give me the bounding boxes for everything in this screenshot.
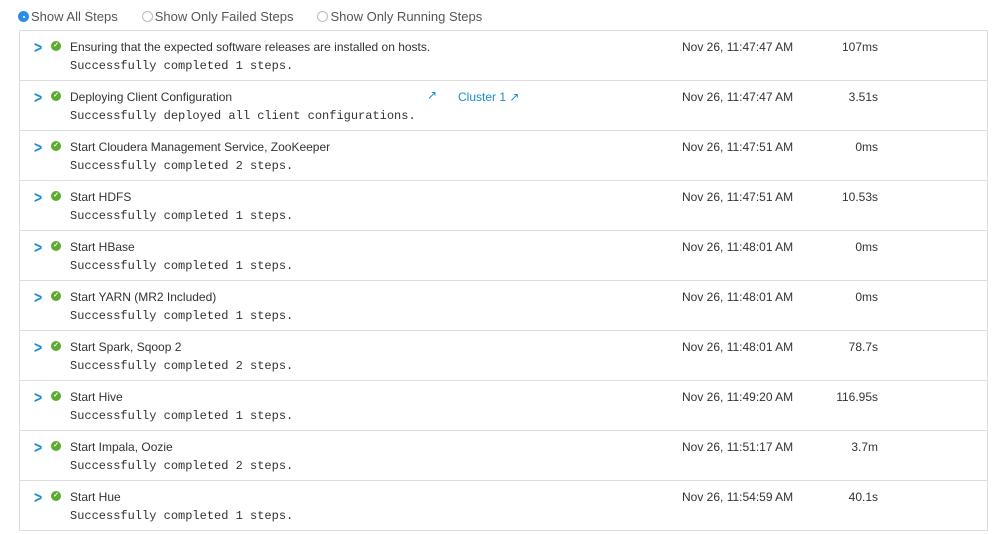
step-title: Start YARN (MR2 Included)	[70, 290, 217, 304]
step-duration: 0ms	[855, 140, 878, 154]
chevron-right-icon[interactable]: >	[34, 487, 42, 506]
step-duration: 3.51s	[848, 90, 878, 104]
step-duration: 3.7m	[851, 440, 878, 454]
cluster-link[interactable]: Cluster 1 ↗︎	[458, 90, 519, 104]
check-circle-icon: ✓	[51, 341, 61, 351]
step-filter: Show All Steps Show Only Failed Steps Show…	[18, 9, 506, 24]
cluster-link-label: Cluster 1	[458, 90, 507, 104]
filter-radio-0[interactable]: Show All Steps	[18, 9, 118, 24]
step-row: > ✓ Start HDFS Successfully completed 1 …	[20, 181, 987, 231]
radio-icon[interactable]	[18, 11, 29, 22]
chevron-right-icon[interactable]: >	[34, 437, 42, 456]
step-duration: 10.53s	[841, 190, 878, 204]
step-time: Nov 26, 11:47:47 AM	[682, 90, 794, 104]
filter-label: Show Only Failed Steps	[154, 9, 294, 24]
chevron-right-icon[interactable]: >	[34, 187, 42, 206]
step-duration: 0ms	[855, 290, 878, 304]
step-duration: 0ms	[855, 240, 878, 254]
step-time: Nov 26, 11:47:51 AM	[682, 190, 794, 204]
step-detail: Successfully completed 2 steps.	[70, 359, 294, 373]
step-detail: Successfully completed 1 steps.	[70, 259, 294, 273]
chevron-right-icon[interactable]: >	[34, 37, 42, 56]
chevron-right-icon[interactable]: >	[34, 87, 42, 106]
step-title: Deploying Client Configuration	[70, 90, 233, 104]
check-circle-icon: ✓	[51, 141, 61, 151]
step-duration: 107ms	[841, 40, 878, 54]
filter-radio-2[interactable]: Show Only Running Steps	[317, 9, 482, 24]
step-time: Nov 26, 11:48:01 AM	[682, 240, 794, 254]
step-title: Start Hive	[70, 390, 123, 404]
chevron-right-icon[interactable]: >	[34, 237, 42, 256]
step-detail: Successfully deployed all client configu…	[70, 109, 416, 123]
step-time: Nov 26, 11:48:01 AM	[682, 290, 794, 304]
step-detail: Successfully completed 1 steps.	[70, 309, 294, 323]
step-detail: Successfully completed 2 steps.	[70, 159, 294, 173]
step-detail: Successfully completed 1 steps.	[70, 59, 294, 73]
radio-icon[interactable]	[141, 11, 153, 22]
step-title: Start Hue	[70, 490, 121, 504]
chevron-right-icon[interactable]: >	[34, 337, 42, 356]
chevron-right-icon[interactable]: >	[34, 387, 42, 406]
check-circle-icon: ✓	[51, 291, 61, 301]
step-row: > ✓ Deploying Client Configuration Succe…	[20, 81, 987, 131]
step-row: > ✓ Start Hue Successfully completed 1 s…	[20, 481, 987, 531]
step-time: Nov 26, 11:47:51 AM	[682, 140, 794, 154]
step-row: > ✓ Start YARN (MR2 Included) Successful…	[20, 281, 987, 331]
steps-table: > ✓ Ensuring that the expected software …	[19, 30, 988, 531]
step-duration: 78.7s	[848, 340, 878, 354]
step-time: Nov 26, 11:54:59 AM	[682, 490, 794, 504]
chevron-right-icon[interactable]: >	[34, 137, 42, 156]
step-row: > ✓ Ensuring that the expected software …	[20, 31, 987, 81]
step-row: > ✓ Start Cloudera Management Service, Z…	[20, 131, 987, 181]
step-detail: Successfully completed 1 steps.	[70, 209, 294, 223]
check-circle-icon: ✓	[51, 441, 61, 451]
check-circle-icon: ✓	[51, 191, 61, 201]
step-time: Nov 26, 11:49:20 AM	[682, 390, 794, 404]
step-duration: 116.95s	[836, 390, 878, 404]
step-title: Start Cloudera Management Service, ZooKe…	[70, 140, 331, 154]
check-circle-icon: ✓	[51, 491, 61, 501]
step-title: Start Spark, Sqoop 2	[70, 340, 182, 354]
step-time: Nov 26, 11:48:01 AM	[682, 340, 794, 354]
filter-label: Show All Steps	[31, 9, 118, 24]
check-circle-icon: ✓	[51, 91, 61, 101]
step-duration: 40.1s	[848, 490, 878, 504]
step-title: Start HDFS	[70, 190, 132, 204]
step-time: Nov 26, 11:47:47 AM	[682, 40, 794, 54]
step-detail: Successfully completed 1 steps.	[70, 409, 294, 423]
step-title: Start HBase	[70, 240, 135, 254]
radio-icon[interactable]	[317, 11, 329, 22]
check-circle-icon: ✓	[51, 391, 61, 401]
step-row: > ✓ Start Spark, Sqoop 2 Successfully co…	[20, 331, 987, 381]
external-link-icon: ↗︎	[509, 90, 520, 104]
chevron-right-icon[interactable]: >	[34, 287, 42, 306]
check-circle-icon: ✓	[51, 41, 61, 51]
step-time: Nov 26, 11:51:17 AM	[682, 440, 794, 454]
step-detail: Successfully completed 1 steps.	[70, 509, 294, 523]
step-row: > ✓ Start Hive Successfully completed 1 …	[20, 381, 987, 431]
step-detail: Successfully completed 2 steps.	[70, 459, 294, 473]
step-title: Start Impala, Oozie	[70, 440, 173, 454]
external-link-icon[interactable]: ↗︎	[427, 88, 437, 102]
step-title: Ensuring that the expected software rele…	[70, 40, 431, 54]
filter-radio-1[interactable]: Show Only Failed Steps	[141, 9, 294, 24]
step-row: > ✓ Start Impala, Oozie Successfully com…	[20, 431, 987, 481]
step-row: > ✓ Start HBase Successfully completed 1…	[20, 231, 987, 281]
check-circle-icon: ✓	[51, 241, 61, 251]
filter-label: Show Only Running Steps	[330, 9, 483, 24]
